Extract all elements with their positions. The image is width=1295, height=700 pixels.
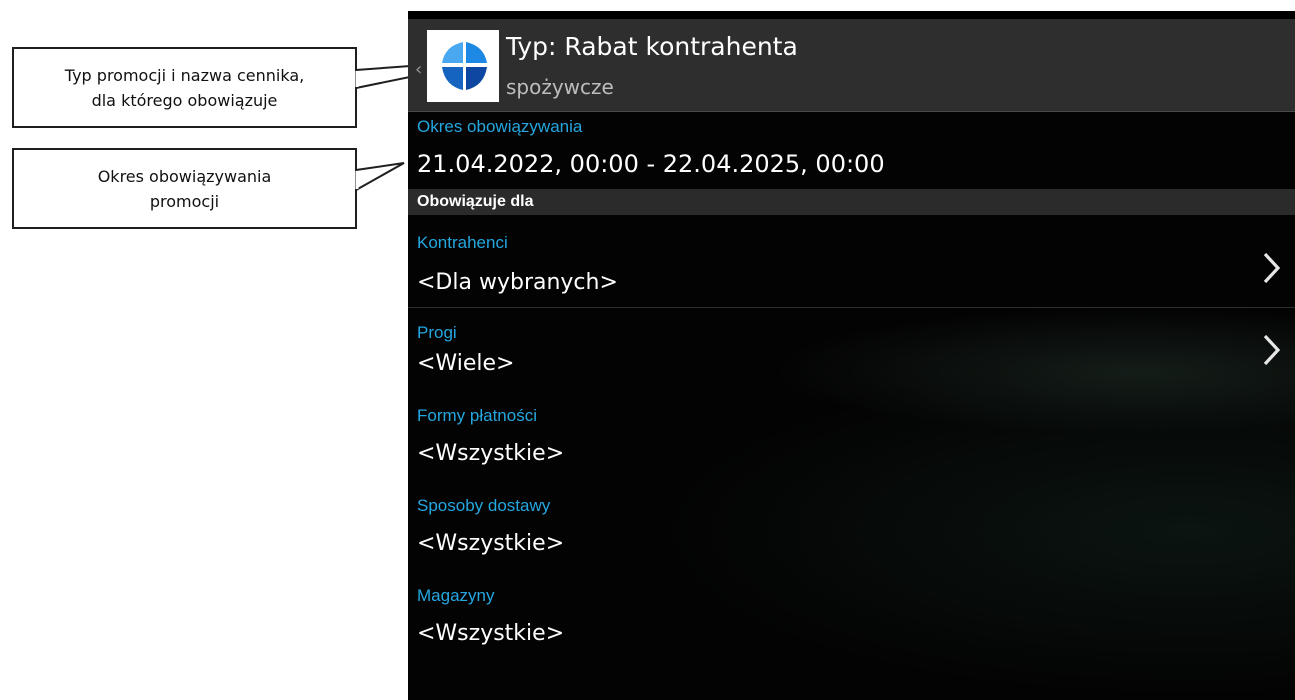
row-warehouses[interactable]: Magazyny <Wszystkie> <box>408 568 1295 658</box>
delivery-methods-label: Sposoby dostawy <box>417 496 551 515</box>
chevron-right-icon[interactable] <box>1261 250 1283 286</box>
warehouses-value: <Wszystkie> <box>417 621 565 646</box>
row-thresholds[interactable]: Progi <Wiele> <box>408 308 1295 388</box>
thresholds-label: Progi <box>417 323 457 342</box>
promotion-type-title: Typ: Rabat kontrahenta <box>506 32 798 61</box>
callout-text-line: promocji <box>149 191 220 211</box>
thresholds-value: <Wiele> <box>417 351 515 376</box>
callout-text-line: Okres obowiązywania <box>97 166 272 186</box>
payment-methods-label: Formy płatności <box>417 406 537 425</box>
contractors-value: <Dla wybranych> <box>417 270 618 295</box>
section-header-applies-to: Obowiązuje dla <box>408 189 1295 215</box>
price-list-name: spożywcze <box>506 75 614 99</box>
app-logo-icon <box>427 30 499 102</box>
promotion-details-screen: ‹ Typ: Rabat kontrahenta spożywcze Okres… <box>408 11 1295 700</box>
chevron-right-icon[interactable] <box>1261 332 1283 368</box>
callout-text-line: Typ promocji i nazwa cennika, <box>64 65 305 85</box>
warehouses-label: Magazyny <box>417 586 495 605</box>
payment-methods-value: <Wszystkie> <box>417 441 565 466</box>
delivery-methods-value: <Wszystkie> <box>417 531 565 556</box>
callout-type-and-pricelist: Typ promocji i nazwa cennika, dla któreg… <box>12 47 357 128</box>
period-value: 21.04.2022, 00:00 - 22.04.2025, 00:00 <box>417 150 885 178</box>
row-delivery-methods[interactable]: Sposoby dostawy <Wszystkie> <box>408 478 1295 568</box>
status-strip <box>408 11 1295 19</box>
row-contractors[interactable]: Kontrahenci <Dla wybranych> <box>408 215 1295 307</box>
contractors-label: Kontrahenci <box>417 233 508 252</box>
action-bar[interactable]: ‹ Typ: Rabat kontrahenta spożywcze <box>408 19 1295 112</box>
callout-pointer-2 <box>355 162 405 192</box>
period-label: Okres obowiązywania <box>417 117 583 136</box>
callout-validity-period: Okres obowiązywania promocji <box>12 148 357 229</box>
chevron-left-icon[interactable]: ‹ <box>415 59 422 80</box>
callout-text-line: dla którego obowiązuje <box>91 90 278 110</box>
row-payment-methods[interactable]: Formy płatności <Wszystkie> <box>408 388 1295 478</box>
